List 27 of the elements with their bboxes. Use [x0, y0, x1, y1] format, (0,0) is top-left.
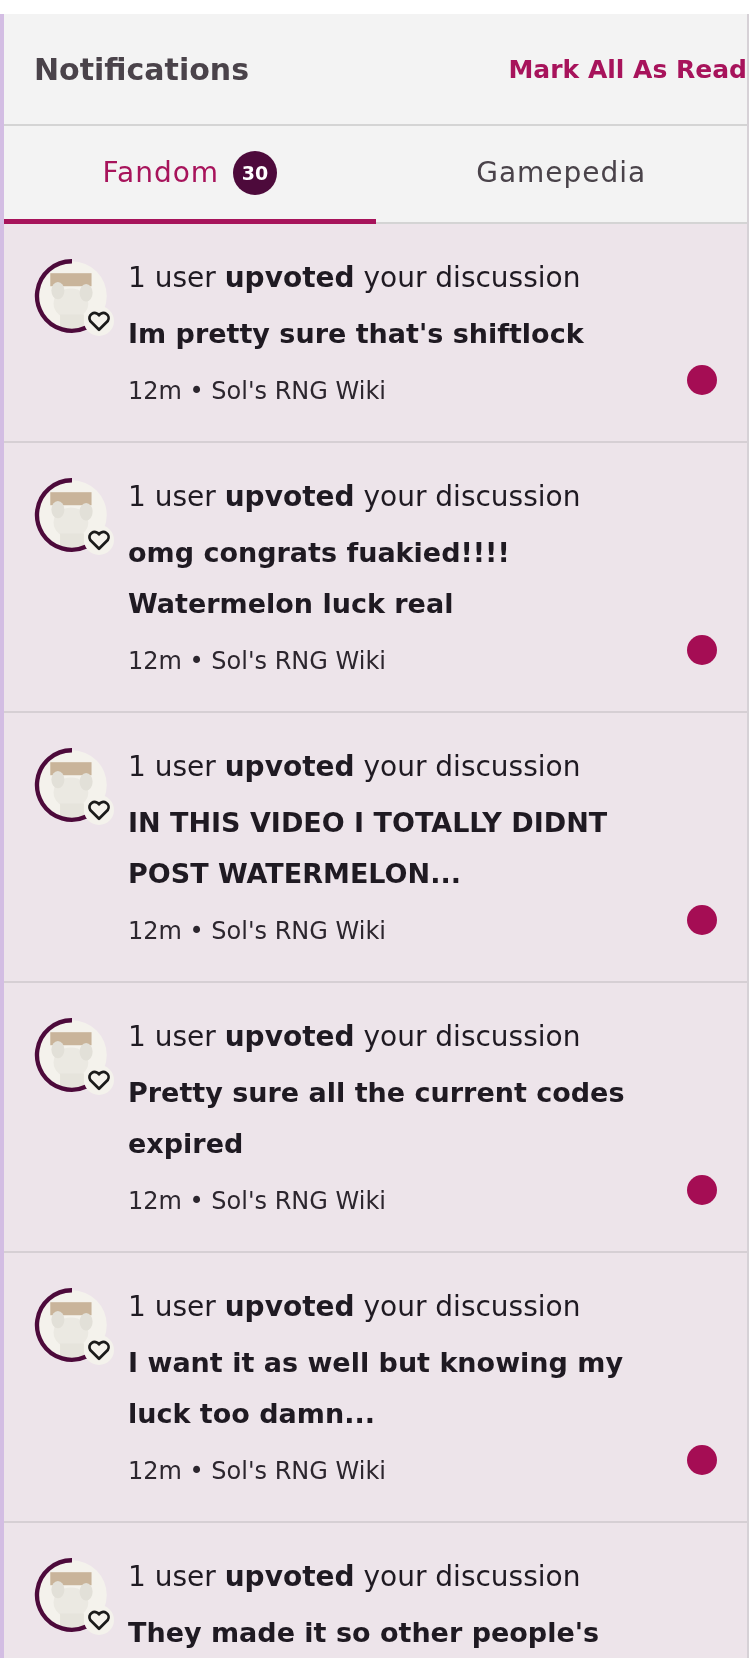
- notification-meta: 12m • Sol's RNG Wiki: [128, 1456, 387, 1487]
- notification-item[interactable]: 1 user upvoted your discussion They made it so other people's: [4, 1523, 747, 1658]
- discussion-title: I want it as well but knowing my luck too damn...: [128, 1346, 625, 1431]
- panel-title: Notifications: [34, 51, 250, 87]
- notification-item[interactable]: 1 user upvoted your discussion omg congrats fuakied!!!! Watermelon luck real 12m • Sol's RNG Wiki: [4, 443, 747, 713]
- notification-meta: 12m • Sol's RNG Wiki: [128, 1186, 387, 1217]
- notification-item[interactable]: 1 user upvoted your discussion Pretty sure all the current codes expired 12m • Sol's RNG Wiki: [4, 983, 747, 1253]
- notification-meta: 12m • Sol's RNG Wiki: [128, 646, 387, 677]
- discussion-title: Pretty sure all the current codes expired: [128, 1076, 626, 1161]
- discussion-title: omg congrats fuakied!!!! Watermelon luck real: [128, 536, 511, 621]
- discussion-title: Im pretty sure that's shiftlock: [128, 317, 585, 351]
- mark-all-read-link[interactable]: Mark All As Read: [508, 54, 747, 84]
- count-badge: 30: [233, 150, 278, 195]
- discussion-title: IN THIS VIDEO I TOTALLY DIDNT POST WATERMELON...: [128, 806, 609, 891]
- notification-text: 1 user upvoted your discussion: [128, 1559, 582, 1595]
- notification-text: 1 user upvoted your discussion: [128, 749, 582, 785]
- notification-item[interactable]: 1 user upvoted your discussion I want it as well but knowing my luck too damn... 12m • Sol's RNG Wiki: [4, 1253, 747, 1523]
- discussion-title: They made it so other people's: [128, 1616, 601, 1650]
- notification-text: 1 user upvoted your discussion: [128, 479, 582, 515]
- notification-text: 1 user upvoted your discussion: [128, 1289, 582, 1325]
- notification-item[interactable]: 1 user upvoted your discussion IN THIS VIDEO I TOTALLY DIDNT POST WATERMELON... 12m • Sol's RNG Wiki: [4, 713, 747, 983]
- notification-text: 1 user upvoted your discussion: [128, 260, 582, 296]
- notification-meta: 12m • Sol's RNG Wiki: [128, 916, 387, 947]
- tab[interactable]: Gamepedia: [375, 126, 747, 224]
- notification-item[interactable]: 1 user upvoted your discussion Im pretty sure that's shiftlock 12m • Sol's RNG Wiki: [4, 224, 747, 443]
- notification-text: 1 user upvoted your discussion: [128, 1019, 582, 1055]
- notification-meta: 12m • Sol's RNG Wiki: [128, 376, 387, 407]
